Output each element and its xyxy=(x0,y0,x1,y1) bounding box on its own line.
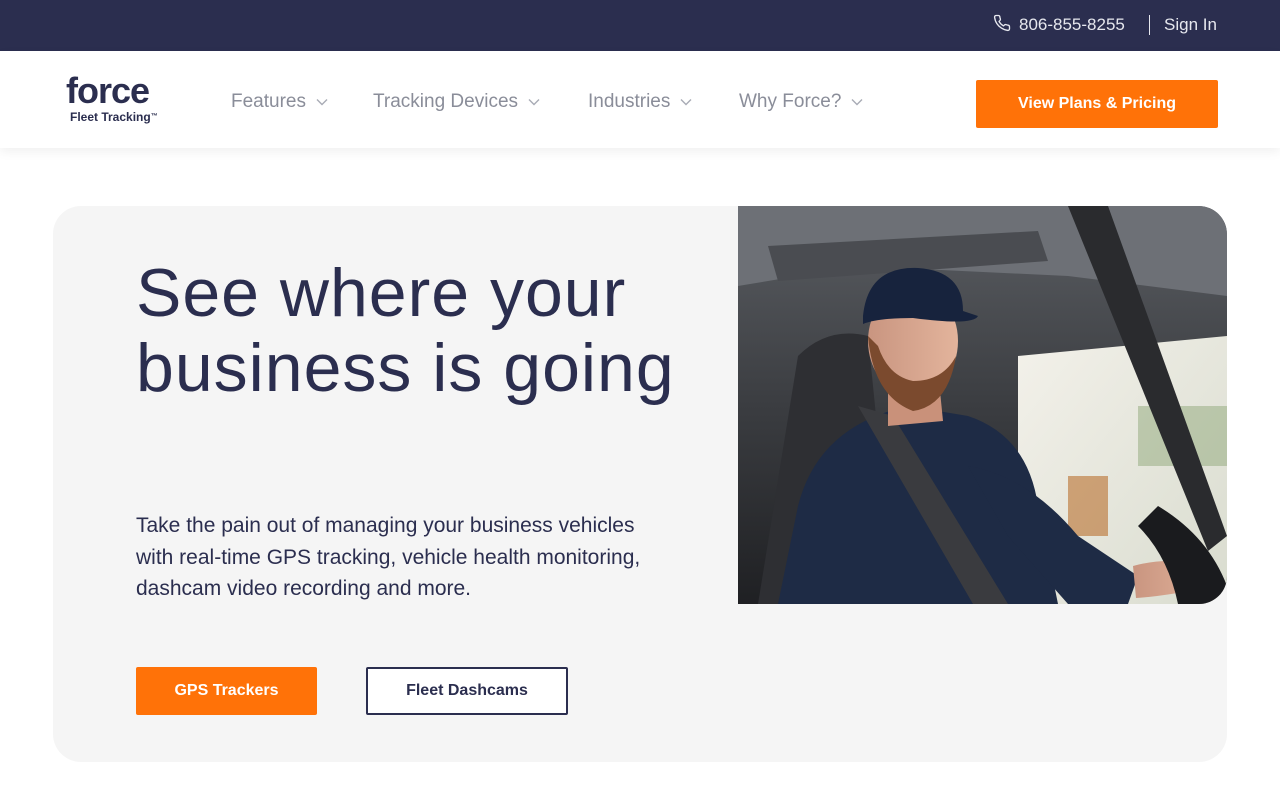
nav-why-force[interactable]: Why Force? xyxy=(739,90,863,114)
driver-photo xyxy=(738,206,1227,604)
fleet-dashcams-button[interactable]: Fleet Dashcams xyxy=(366,667,568,715)
chevron-down-icon xyxy=(680,98,692,106)
chevron-down-icon xyxy=(851,98,863,106)
logo-subtitle: Fleet Tracking™ xyxy=(70,110,158,124)
topbar-divider xyxy=(1149,15,1150,35)
force-logo[interactable]: force Fleet Tracking™ xyxy=(66,71,166,127)
view-plans-pricing-button[interactable]: View Plans & Pricing xyxy=(976,80,1218,128)
gps-trackers-button[interactable]: GPS Trackers xyxy=(136,667,317,715)
site-header: force Fleet Tracking™ Features Tracking … xyxy=(0,51,1280,148)
nav-why-force-label: Why Force? xyxy=(739,91,842,112)
chevron-down-icon xyxy=(528,98,540,106)
phone-link[interactable]: 806-855-8255 xyxy=(993,14,1125,36)
nav-tracking-devices-label: Tracking Devices xyxy=(373,91,519,112)
hero-card: See where your business is going Take th… xyxy=(53,206,1227,762)
phone-icon xyxy=(993,14,1011,37)
nav-features[interactable]: Features xyxy=(231,90,328,114)
nav-tracking-devices[interactable]: Tracking Devices xyxy=(373,90,540,114)
nav-industries[interactable]: Industries xyxy=(588,90,692,114)
nav-industries-label: Industries xyxy=(588,91,671,112)
chevron-down-icon xyxy=(316,98,328,106)
hero-description: Take the pain out of managing your busin… xyxy=(136,514,641,600)
phone-number: 806-855-8255 xyxy=(1019,15,1125,34)
top-utility-bar: 806-855-8255 Sign In xyxy=(0,0,1280,51)
logo-subtitle-text: Fleet Tracking xyxy=(70,110,151,124)
sign-in-link[interactable]: Sign In xyxy=(1164,14,1217,36)
logo-trademark: ™ xyxy=(150,113,158,120)
hero-title: See where your business is going xyxy=(136,255,675,406)
nav-features-label: Features xyxy=(231,91,306,112)
logo-wordmark: force xyxy=(66,70,150,111)
